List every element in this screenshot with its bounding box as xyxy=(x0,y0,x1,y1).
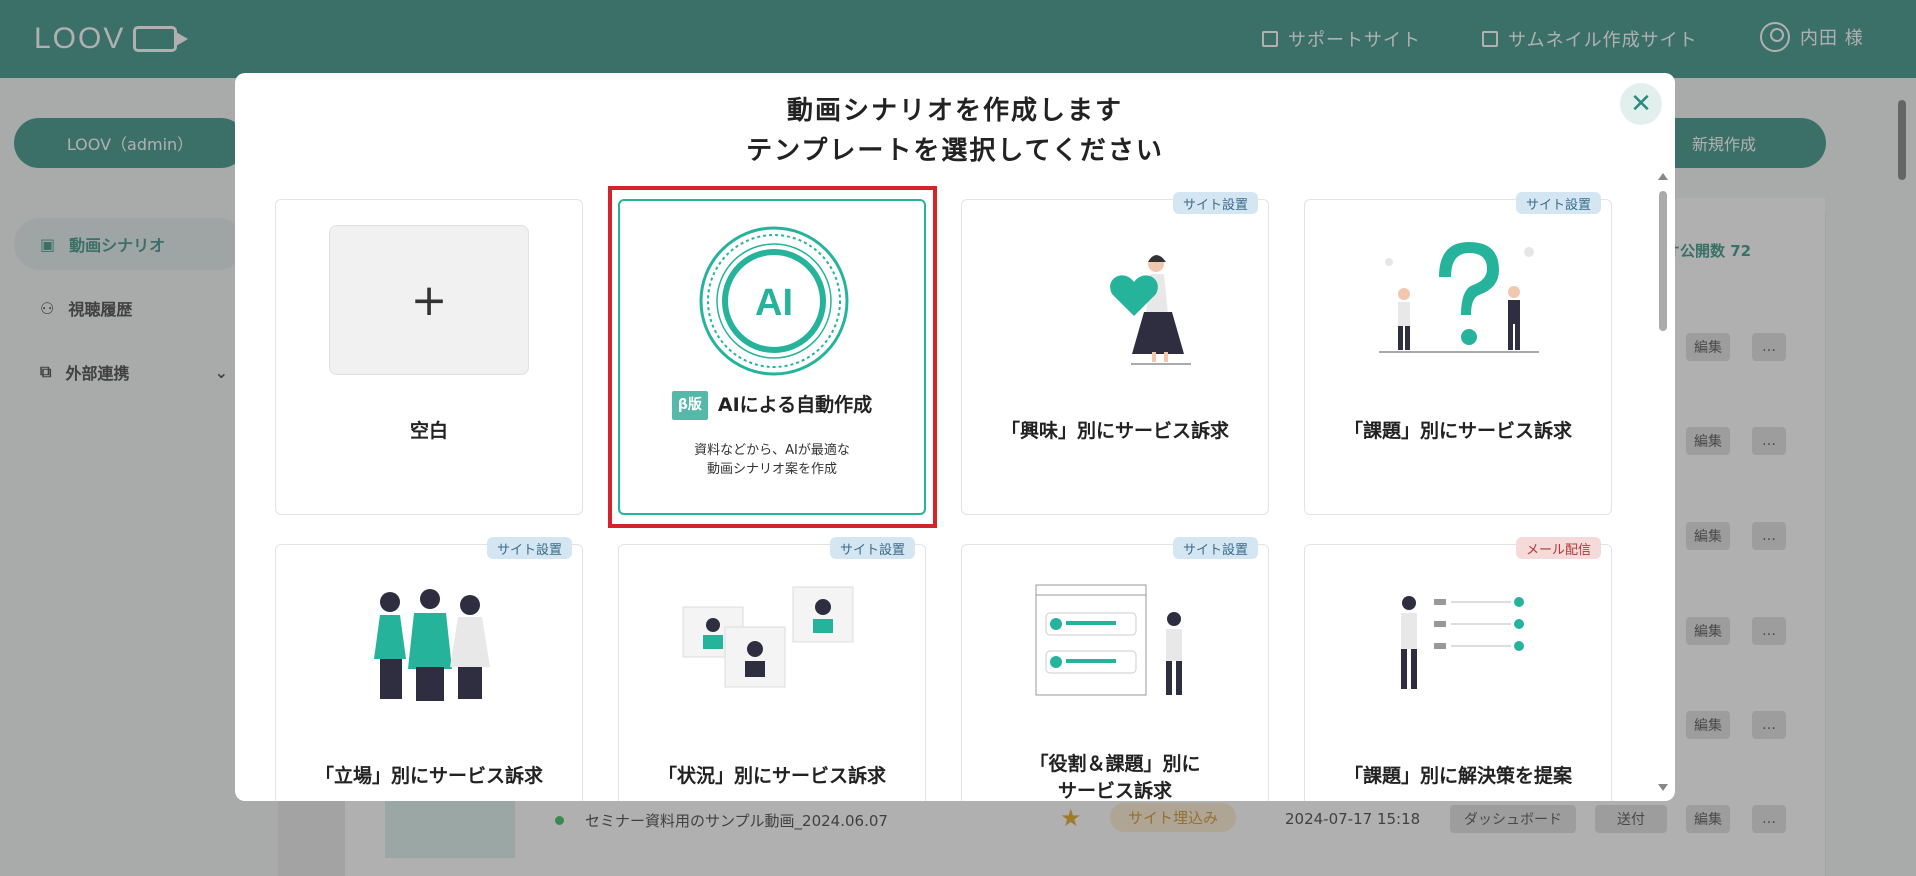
group-people-illustration xyxy=(374,589,490,701)
chat-screen-illustration xyxy=(1035,584,1182,696)
template-grid: + 空白 AI β版 AIによる自動作成 資料などから、AIが最適な 動画シナリオ… xyxy=(275,192,1615,801)
checklist-person-illustration xyxy=(1401,596,1524,689)
close-button[interactable]: ✕ xyxy=(1620,83,1662,125)
template-card-role-issue[interactable]: サイト設置 「役割＆課題」別に サービス訴求 xyxy=(961,537,1269,801)
question-people-illustration xyxy=(1379,242,1539,353)
template-card-solution[interactable]: メール配信 「課題」別に解決策を提案 xyxy=(1304,537,1612,801)
template-card-blank[interactable]: + 空白 xyxy=(275,199,583,515)
plus-icon: + xyxy=(329,225,529,375)
template-card-issue[interactable]: サイト設置 「課題」別にサービス訴求 xyxy=(1304,192,1612,515)
scroll-down-icon[interactable] xyxy=(1658,784,1668,791)
site-install-badge: サイト設置 xyxy=(486,537,572,559)
template-card-position[interactable]: サイト設置 「立場」別にサービス訴求 xyxy=(275,537,583,801)
close-icon: ✕ xyxy=(1630,89,1652,119)
modal-scrollbar[interactable] xyxy=(1658,173,1668,791)
modal-title: 動画シナリオを作成します テンプレートを選択してください xyxy=(746,96,1164,166)
heart-person-illustration xyxy=(1110,255,1191,365)
site-install-badge: サイト設置 xyxy=(1515,192,1601,214)
highlight-box xyxy=(608,186,937,528)
profile-frames-illustration xyxy=(682,586,854,688)
template-card-interest[interactable]: サイト設置 「興味」別にサービス訴求 xyxy=(961,192,1269,515)
template-card-situation[interactable]: サイト設置 「状況」別にサービス訴求 xyxy=(618,537,926,801)
site-install-badge: サイト設置 xyxy=(1172,537,1258,559)
site-install-badge: サイト設置 xyxy=(1172,192,1258,214)
mail-delivery-badge: メール配信 xyxy=(1515,537,1601,559)
site-install-badge: サイト設置 xyxy=(829,537,915,559)
template-select-modal: 動画シナリオを作成します テンプレートを選択してください ✕ + 空白 AI β… xyxy=(235,73,1675,801)
scroll-thumb[interactable] xyxy=(1659,191,1667,331)
scroll-up-icon[interactable] xyxy=(1658,173,1668,180)
